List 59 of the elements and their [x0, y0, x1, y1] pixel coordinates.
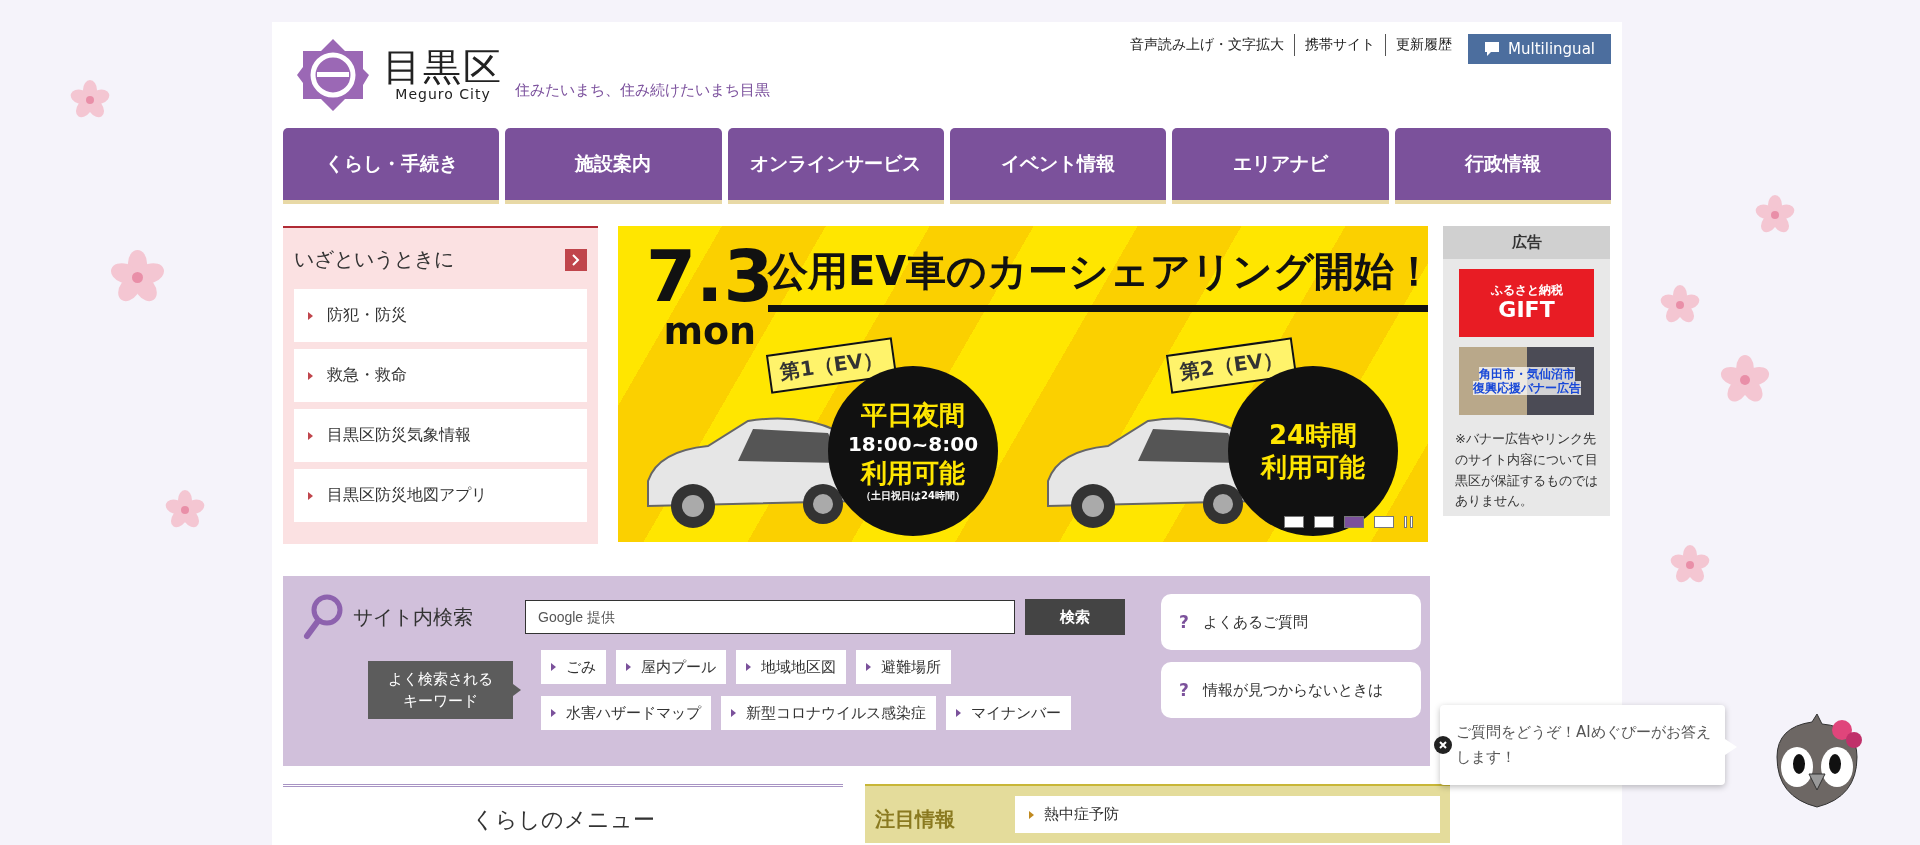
keywords-label: よく検索されるキーワード — [368, 661, 513, 719]
ad-banner[interactable]: ふるさと納税 GIFT — [1459, 269, 1594, 337]
carousel-indicator[interactable] — [1314, 516, 1334, 528]
nav-tab[interactable]: エリアナビ — [1172, 128, 1389, 204]
keyword-link[interactable]: 屋内プール — [616, 650, 726, 684]
banner-day: mon — [663, 312, 757, 350]
emergency-link[interactable]: 目黒区防災地図アプリ — [294, 469, 587, 522]
nav-tab[interactable]: イベント情報 — [950, 128, 1167, 204]
featured-link[interactable]: 熱中症予防 — [1015, 796, 1440, 833]
help-link[interactable]: ? よくあるご質問 — [1161, 594, 1421, 650]
logo-text: 目黒区 — [383, 48, 503, 86]
section-title: くらしのメニュー — [471, 807, 655, 832]
blossom-icon — [70, 80, 110, 120]
keyword-link[interactable]: マイナンバー — [946, 696, 1071, 730]
tagline: 住みたいまち、住み続けたいまち目黒 — [515, 80, 770, 100]
translate-icon — [1484, 41, 1501, 57]
label-pointer — [513, 684, 521, 696]
blossom-icon — [165, 490, 205, 530]
search-icon — [303, 594, 343, 640]
bubble-tail — [1725, 739, 1737, 755]
ad-banner[interactable]: 角田市・気仙沼市 復興応援バナー広告 — [1459, 347, 1594, 415]
banner-flag: 第2（EV） — [1165, 337, 1298, 394]
keyword-link[interactable]: 新型コロナウイルス感染症 — [721, 696, 936, 730]
chat-bubble[interactable]: ご質問をどうぞ！AIめぐぴーがお答えします！ — [1440, 705, 1725, 785]
nav-tab[interactable]: オンラインサービス — [727, 128, 944, 204]
emergency-link[interactable]: 目黒区防災気象情報 — [294, 409, 587, 462]
search-button[interactable]: 検索 — [1025, 599, 1125, 635]
nav-tab[interactable]: 行政情報 — [1394, 128, 1611, 204]
emergency-link[interactable]: 救急・救命 — [294, 349, 587, 402]
carousel-indicator[interactable] — [1284, 516, 1304, 528]
keyword-link[interactable]: 水害ハザードマップ — [541, 696, 711, 730]
emergency-link[interactable]: 防犯・防災 — [294, 289, 587, 342]
help-link[interactable]: ? 情報が見つからないときは — [1161, 662, 1421, 718]
chat-message: ご質問をどうぞ！AIめぐぴーがお答えします！ — [1456, 721, 1712, 768]
blossom-icon — [1755, 195, 1795, 235]
nav-tab[interactable]: 施設案内 — [505, 128, 722, 204]
chevron-right-icon — [572, 253, 580, 266]
keyword-link[interactable]: ごみ — [541, 650, 606, 684]
keyword-link[interactable]: 避難場所 — [856, 650, 951, 684]
featured-title: 注目情報 — [875, 806, 956, 833]
blossom-icon — [1670, 545, 1710, 585]
search-field[interactable]: Google 提供 — [525, 600, 1015, 634]
ad-disclaimer: ※バナー広告やリンク先のサイト内容について目黒区が保証するものではありません。 — [1455, 430, 1598, 511]
search-label: サイト内検索 — [353, 603, 474, 631]
keyword-link[interactable]: 地域地区図 — [736, 650, 846, 684]
blossom-icon — [1660, 285, 1700, 325]
more-button[interactable] — [565, 248, 587, 271]
utility-link[interactable]: 音声読み上げ・文字拡大 — [1120, 34, 1295, 56]
utility-link[interactable]: 携帯サイト — [1294, 34, 1386, 56]
panel-title: いざというときに — [294, 246, 454, 273]
pause-button[interactable] — [1404, 516, 1416, 528]
banner-flag: 第1（EV） — [765, 337, 898, 394]
utility-link[interactable]: 更新履歴 — [1385, 34, 1463, 56]
carousel-indicator[interactable] — [1374, 516, 1394, 528]
close-icon — [1439, 741, 1447, 749]
multilingual-button[interactable]: Multilingual — [1468, 34, 1611, 64]
logo-subtitle: Meguro City — [395, 86, 491, 102]
ad-title: 広告 — [1443, 226, 1610, 259]
nav-tab[interactable]: くらし・手続き — [283, 128, 500, 204]
